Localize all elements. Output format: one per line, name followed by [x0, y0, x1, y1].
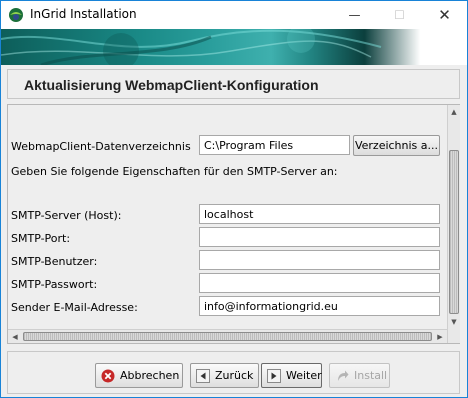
smtp-user-label: SMTP-Benutzer: — [11, 255, 98, 268]
cancel-button[interactable]: Abbrechen — [95, 363, 183, 388]
vertical-scroll-thumb[interactable] — [449, 150, 459, 314]
scroll-left-icon[interactable]: ◀ — [8, 330, 22, 343]
smtp-host-label: SMTP-Server (Host): — [11, 209, 122, 222]
close-icon[interactable]: ✕ — [422, 1, 467, 29]
cancel-x-icon — [101, 369, 115, 383]
vertical-scrollbar[interactable]: ▲ ▼ — [447, 105, 460, 343]
back-button[interactable]: Zurück — [190, 363, 259, 388]
cancel-button-label: Abbrechen — [120, 369, 180, 382]
directory-label: WebmapClient-Datenverzeichnis — [11, 140, 191, 153]
window-title: InGrid Installation — [30, 7, 137, 21]
scroll-down-icon[interactable]: ▼ — [448, 315, 460, 329]
smtp-host-input[interactable]: localhost — [199, 204, 440, 224]
ingrid-logo-icon — [8, 7, 24, 23]
page-title: Aktualisierung WebmapClient-Konfiguratio… — [24, 77, 319, 93]
browse-directory-button[interactable]: Verzeichnis a... — [353, 135, 440, 156]
horizontal-scrollbar[interactable]: ◀ ▶ — [8, 329, 447, 343]
smtp-port-label: SMTP-Port: — [11, 232, 71, 245]
sender-email-label: Sender E-Mail-Adresse: — [11, 301, 138, 314]
arrow-left-icon — [196, 368, 210, 383]
smtp-password-label: SMTP-Passwort: — [11, 278, 98, 291]
smtp-intro-text: Geben Sie folgende Eigenschaften für den… — [11, 165, 338, 178]
install-arrow-icon — [335, 369, 349, 383]
smtp-port-input[interactable] — [199, 227, 440, 247]
page-header: Aktualisierung WebmapClient-Konfiguratio… — [7, 69, 460, 99]
back-button-label: Zurück — [215, 369, 254, 382]
sender-email-input[interactable]: info@informationgrid.eu — [199, 296, 440, 316]
directory-input[interactable]: C:\Program Files — [199, 135, 350, 155]
scroll-up-icon[interactable]: ▲ — [448, 105, 460, 119]
scroll-right-icon[interactable]: ▶ — [433, 330, 447, 343]
title-bar: InGrid Installation — ☐ ✕ — [1, 1, 467, 29]
install-button[interactable]: Install — [329, 363, 390, 388]
minimize-icon[interactable]: — — [332, 1, 377, 29]
next-button-label: Weiter — [286, 369, 322, 382]
next-button[interactable]: Weiter — [261, 363, 322, 388]
config-form-panel: WebmapClient-Datenverzeichnis C:\Program… — [7, 104, 460, 344]
smtp-user-input[interactable] — [199, 250, 440, 270]
installer-window: InGrid Installation — ☐ ✕ Aktualisierung… — [0, 0, 468, 398]
install-button-label: Install — [354, 369, 388, 382]
header-banner — [1, 29, 467, 65]
button-bar: Abbrechen Zurück Weiter Install — [7, 351, 460, 394]
maximize-icon[interactable]: ☐ — [377, 1, 422, 29]
smtp-password-input[interactable] — [199, 273, 440, 293]
horizontal-scroll-thumb[interactable] — [23, 332, 432, 341]
arrow-right-icon — [267, 368, 281, 383]
